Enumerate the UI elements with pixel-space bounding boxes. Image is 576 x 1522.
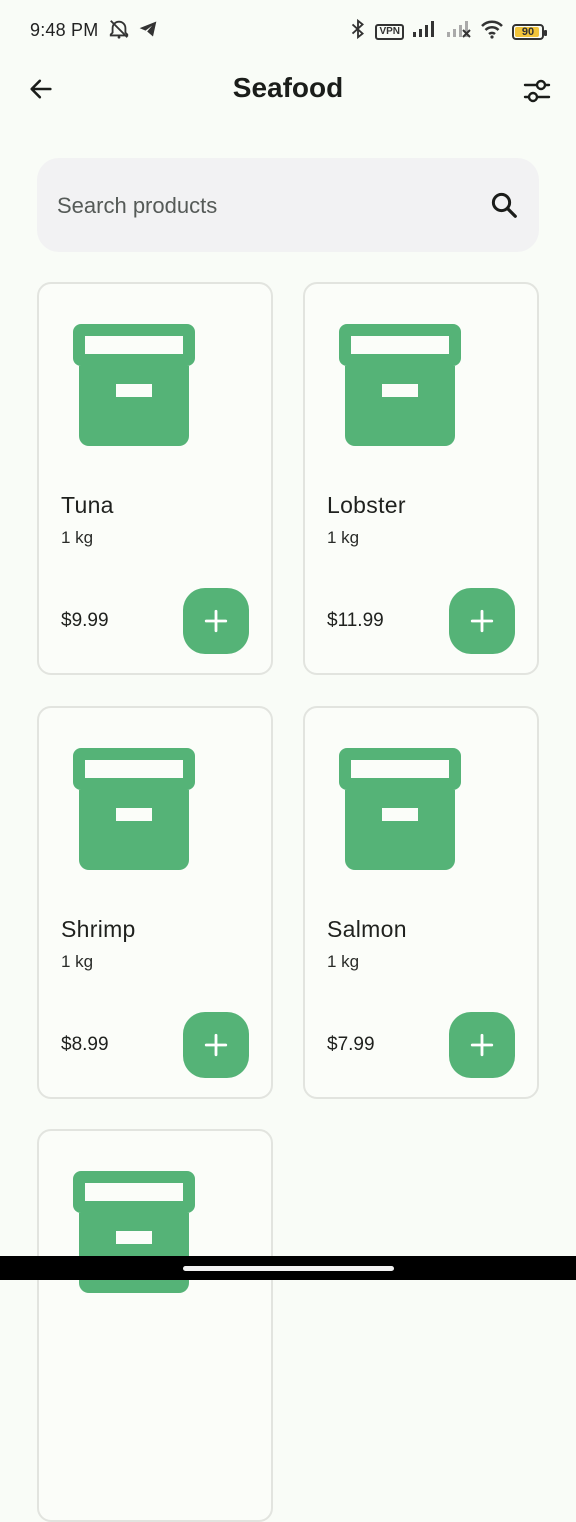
battery-icon: 90: [512, 23, 547, 40]
status-time: 9:48 PM: [30, 20, 99, 40]
add-to-cart-button[interactable]: [449, 588, 515, 654]
product-unit: 1 kg: [61, 528, 94, 547]
product-price: $8.99: [61, 1034, 109, 1055]
search-bar: [37, 158, 539, 254]
filter-button[interactable]: [516, 70, 558, 112]
plus-icon: [204, 609, 228, 633]
product-card[interactable]: Tuna 1 kg $9.99: [37, 282, 273, 675]
plus-icon: [204, 1033, 228, 1057]
system-nav-bar: [0, 1256, 576, 1280]
search-input[interactable]: [55, 158, 479, 254]
product-unit: 1 kg: [327, 528, 360, 547]
bluetooth-icon: [349, 18, 367, 45]
home-indicator[interactable]: [183, 1266, 394, 1271]
page-title: Seafood: [232, 72, 344, 103]
add-to-cart-button[interactable]: [183, 588, 249, 654]
vpn-badge: VPN: [375, 23, 404, 40]
archive-box-icon: [339, 324, 461, 446]
status-bar: 9:48 PM VPN 90: [0, 0, 576, 62]
product-unit: 1 kg: [61, 952, 94, 971]
wifi-icon: [480, 19, 504, 44]
alarm-off-icon: [108, 18, 130, 45]
product-card[interactable]: [37, 1129, 273, 1522]
product-card[interactable]: Lobster 1 kg $11.99: [303, 282, 539, 675]
plus-icon: [470, 1033, 494, 1057]
product-name: Lobster: [327, 492, 406, 518]
status-right-icons: VPN 90: [349, 18, 547, 45]
signal-icon: [412, 20, 438, 43]
product-name: Shrimp: [61, 916, 136, 942]
telegram-icon: [138, 19, 158, 44]
product-price: $7.99: [327, 1034, 375, 1055]
product-name: Tuna: [61, 492, 114, 518]
signal-no-service-icon: [446, 20, 472, 43]
add-to-cart-button[interactable]: [183, 1012, 249, 1078]
product-price: $9.99: [61, 610, 109, 631]
archive-box-icon: [73, 748, 195, 870]
archive-box-icon: [73, 324, 195, 446]
product-name: Salmon: [327, 916, 407, 942]
product-card[interactable]: Salmon 1 kg $7.99: [303, 706, 539, 1099]
status-left-icons: [108, 18, 158, 45]
product-price: $11.99: [327, 610, 384, 631]
app-bar: Seafood: [0, 62, 576, 116]
archive-box-icon: [339, 748, 461, 870]
sliders-icon: [523, 79, 551, 103]
search-icon[interactable]: [489, 190, 519, 220]
product-unit: 1 kg: [327, 952, 360, 971]
add-to-cart-button[interactable]: [449, 1012, 515, 1078]
battery-level: 90: [521, 25, 535, 38]
plus-icon: [470, 609, 494, 633]
product-card[interactable]: Shrimp 1 kg $8.99: [37, 706, 273, 1099]
